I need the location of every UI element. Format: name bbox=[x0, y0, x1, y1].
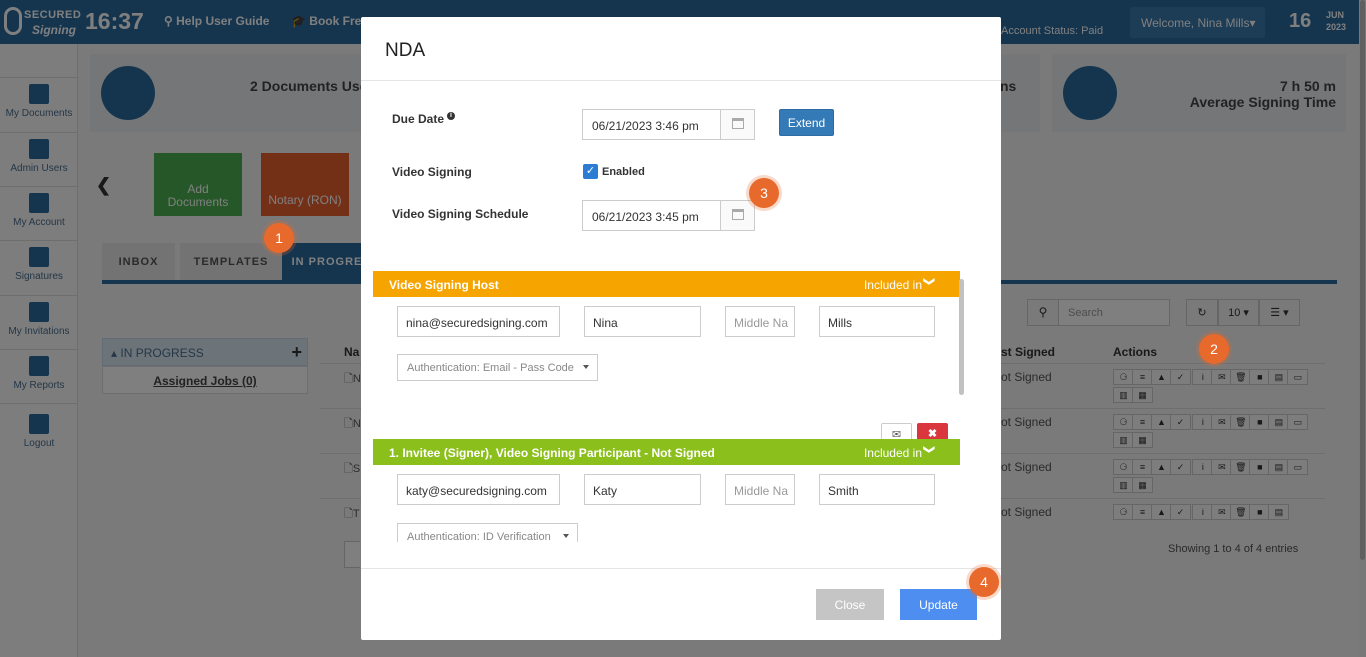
video-schedule-input[interactable]: 06/21/2023 3:45 pm bbox=[582, 200, 755, 231]
host-auth-select[interactable]: Authentication: Email - Pass Code bbox=[397, 354, 598, 381]
step-badge: 1 bbox=[264, 223, 294, 253]
due-date-value: 06/21/2023 3:46 pm bbox=[592, 119, 699, 133]
invitee-auth-value: Authentication: ID Verification bbox=[407, 531, 551, 542]
nda-dialog: NDA Due Date i 06/21/2023 3:46 pm Extend … bbox=[361, 17, 1001, 640]
host-first-name-field[interactable]: Nina bbox=[584, 306, 701, 337]
enabled-label[interactable]: Enabled bbox=[602, 166, 645, 178]
chevron-down-icon[interactable]: ❯ bbox=[923, 277, 936, 286]
due-date-label-text: Due Date bbox=[392, 112, 445, 126]
video-schedule-label: Video Signing Schedule bbox=[392, 207, 529, 221]
extend-button[interactable]: Extend bbox=[779, 109, 834, 136]
step-badge: 4 bbox=[969, 567, 999, 597]
invitee-first-name-field[interactable]: Katy bbox=[584, 474, 701, 505]
video-schedule-value: 06/21/2023 3:45 pm bbox=[592, 210, 699, 224]
divider bbox=[361, 80, 1001, 81]
due-date-label: Due Date i bbox=[392, 112, 456, 126]
host-middle-name-field[interactable]: Middle Na bbox=[725, 306, 795, 337]
invitee-email-field[interactable]: katy@securedsigning.com bbox=[397, 474, 560, 505]
invitee-last-name-field[interactable]: Smith bbox=[819, 474, 935, 505]
invitee-auth-select[interactable]: Authentication: ID Verification bbox=[397, 523, 578, 542]
check-icon: ✓ bbox=[585, 165, 596, 177]
participants-scrollbar[interactable] bbox=[959, 279, 964, 395]
host-last-name-field[interactable]: Mills bbox=[819, 306, 935, 337]
video-signing-checkbox[interactable]: ✓ bbox=[583, 164, 598, 179]
caret-down-icon bbox=[583, 365, 589, 369]
host-email-field[interactable]: nina@securedsigning.com bbox=[397, 306, 560, 337]
invitee-middle-name-field[interactable]: Middle Na bbox=[725, 474, 795, 505]
chevron-down-icon[interactable]: ❯ bbox=[923, 445, 936, 454]
calendar-icon bbox=[732, 209, 744, 220]
step-badge: 3 bbox=[749, 178, 779, 208]
update-button[interactable]: Update bbox=[900, 589, 977, 620]
host-section-header[interactable]: Video Signing Host Included in ❯ bbox=[373, 271, 960, 297]
calendar-button[interactable] bbox=[720, 201, 754, 230]
divider bbox=[361, 568, 1001, 569]
calendar-icon bbox=[732, 118, 744, 129]
invitee-section-header[interactable]: 1. Invitee (Signer), Video Signing Parti… bbox=[373, 439, 960, 465]
info-icon[interactable]: i bbox=[447, 112, 456, 120]
caret-down-icon bbox=[563, 534, 569, 538]
video-signing-label: Video Signing bbox=[392, 165, 472, 179]
participants-scroll-area[interactable]: Video Signing Host Included in ❯ nina@se… bbox=[373, 271, 961, 542]
host-section-title: Video Signing Host bbox=[389, 278, 499, 292]
host-auth-value: Authentication: Email - Pass Code bbox=[407, 362, 574, 374]
included-in-label: Included in bbox=[863, 278, 922, 292]
close-button[interactable]: Close bbox=[816, 589, 884, 620]
included-in-label: Included in bbox=[863, 446, 922, 460]
calendar-button[interactable] bbox=[720, 110, 754, 139]
invitee-section-title: 1. Invitee (Signer), Video Signing Parti… bbox=[389, 446, 715, 460]
step-badge: 2 bbox=[1199, 334, 1229, 364]
due-date-input[interactable]: 06/21/2023 3:46 pm bbox=[582, 109, 755, 140]
dialog-title: NDA bbox=[385, 40, 426, 61]
